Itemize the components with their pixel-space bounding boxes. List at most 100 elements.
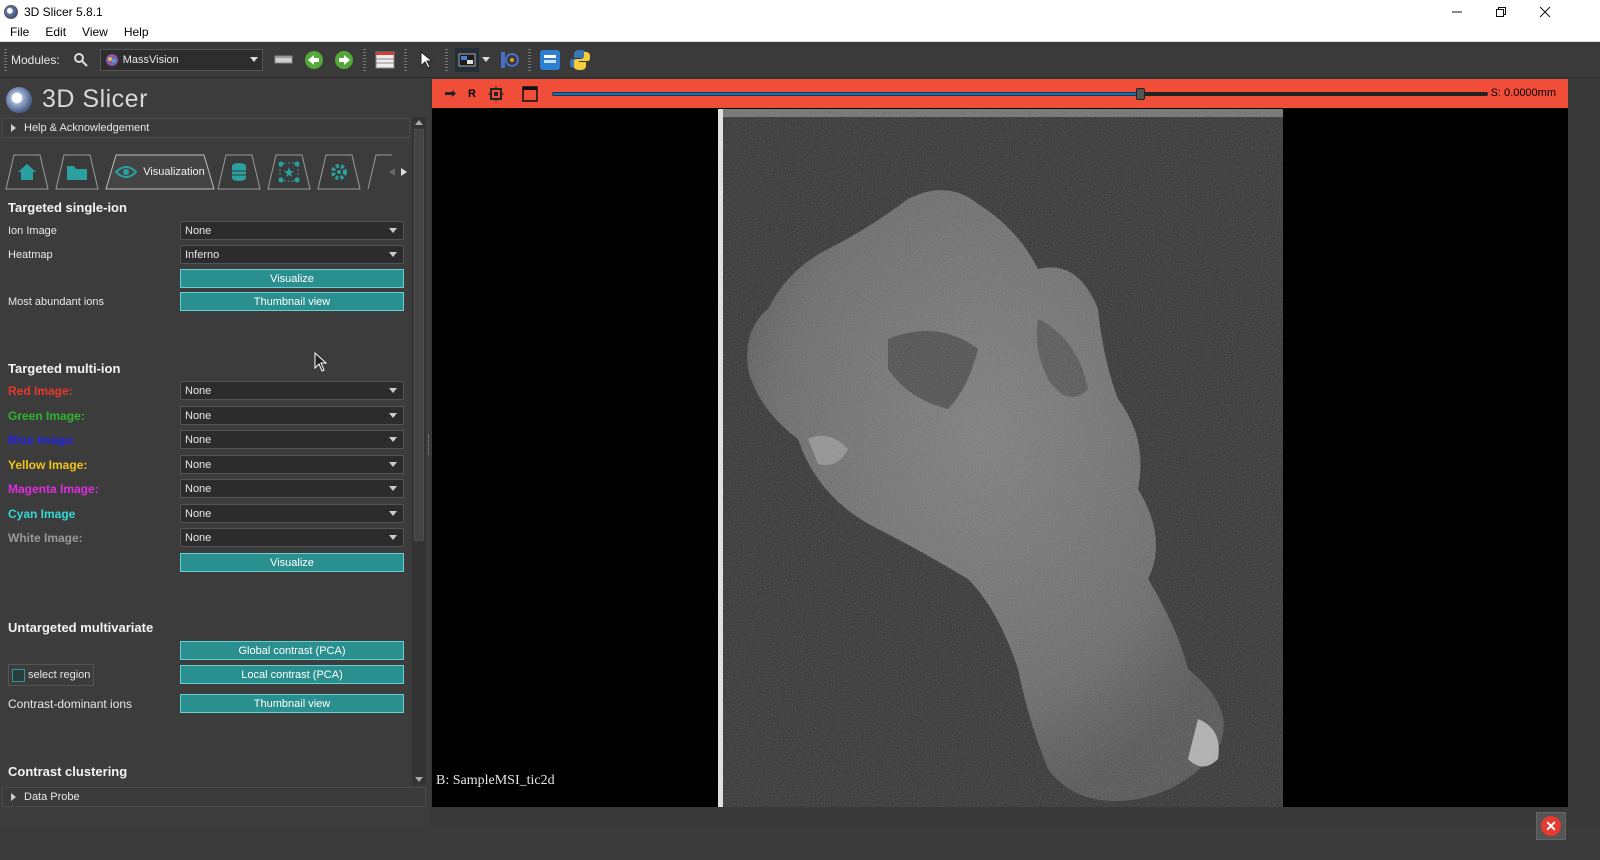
tab-scroll-right[interactable] — [398, 154, 410, 190]
cyan-image-select[interactable]: None — [180, 504, 404, 523]
menu-help[interactable]: Help — [116, 25, 157, 39]
local-contrast-pca-button[interactable]: Local contrast (PCA) — [180, 665, 404, 684]
tab-visualization[interactable]: Visualization — [104, 154, 216, 190]
mouse-cursor-icon — [314, 352, 328, 372]
toolbar-grip[interactable] — [527, 48, 531, 71]
tissue-image — [718, 109, 1283, 807]
toolbar-grip[interactable] — [403, 48, 407, 71]
eye-icon — [115, 166, 138, 178]
global-contrast-pca-button[interactable]: Global contrast (PCA) — [180, 641, 404, 660]
close-window-button[interactable] — [1522, 0, 1568, 23]
chevron-down-icon[interactable] — [481, 57, 490, 62]
cursor-arrow-icon — [420, 50, 433, 69]
python-console-button[interactable] — [568, 48, 592, 72]
checkbox-icon — [12, 668, 25, 682]
section-title-single-ion: Targeted single-ion — [8, 200, 127, 215]
modules-label: Modules: — [11, 52, 60, 67]
crosshair-icon — [458, 53, 476, 66]
slice-view[interactable]: R S: 0.0000mm B: SampleMSI_tic2d — [432, 79, 1568, 807]
green-image-value: None — [185, 409, 212, 422]
slider-handle[interactable] — [1136, 88, 1145, 100]
yellow-image-select[interactable]: None — [180, 455, 404, 474]
toolbar-grip[interactable] — [4, 48, 7, 71]
blue-image-label: Blue Image: — [8, 433, 77, 447]
slice-orientation-label: R — [468, 87, 476, 100]
error-log-button[interactable]: ✕ — [1536, 812, 1566, 840]
ion-image-select[interactable]: None — [180, 221, 404, 240]
single-ion-visualize-button[interactable]: Visualize — [180, 269, 404, 288]
white-image-value: None — [185, 531, 212, 544]
panel-scrollbar[interactable] — [412, 117, 426, 785]
forward-button[interactable] — [332, 48, 356, 72]
green-image-select[interactable]: None — [180, 406, 404, 425]
minimize-button[interactable] — [1434, 0, 1480, 23]
history-icon — [274, 55, 293, 63]
most-abundant-ions-label: Most abundant ions — [8, 296, 105, 308]
menu-edit[interactable]: Edit — [37, 25, 74, 39]
toolbar-grip[interactable] — [444, 48, 448, 71]
slice-offset-slider[interactable] — [552, 88, 1488, 100]
menu-view[interactable]: View — [74, 25, 116, 39]
blue-image-select[interactable]: None — [180, 430, 404, 449]
scroll-down-icon[interactable] — [415, 777, 423, 782]
toolbar-grip[interactable] — [362, 48, 366, 71]
heatmap-select[interactable]: Inferno — [180, 245, 404, 264]
restore-button[interactable] — [1478, 0, 1524, 23]
section-title-clustering: Contrast clustering — [8, 764, 128, 779]
white-image-select[interactable]: None — [180, 528, 404, 547]
data-probe-label: Data Probe — [24, 791, 80, 803]
abundant-thumbnail-view-button[interactable]: Thumbnail view — [180, 292, 404, 311]
chevron-down-icon — [389, 462, 397, 467]
home-icon — [18, 164, 36, 180]
extensions-manager-button[interactable] — [538, 48, 562, 72]
error-icon: ✕ — [1541, 816, 1561, 836]
extension-button[interactable] — [497, 48, 521, 72]
menu-file[interactable]: File — [0, 25, 37, 39]
tab-database[interactable] — [216, 154, 262, 190]
module-tab-bar: Visualization — [4, 154, 412, 190]
red-image-value: None — [185, 384, 212, 397]
link-slices-icon[interactable] — [487, 85, 504, 102]
magenta-image-select[interactable]: None — [180, 479, 404, 498]
heatmap-label: Heatmap — [8, 249, 53, 261]
restore-icon — [1496, 6, 1506, 17]
app-logo-icon — [4, 4, 18, 19]
maximize-view-icon[interactable] — [522, 85, 538, 102]
status-bar — [0, 827, 1600, 860]
arrow-right-icon — [334, 50, 353, 69]
scrollbar-thumb[interactable] — [414, 129, 424, 541]
multi-ion-visualize-button[interactable]: Visualize — [180, 553, 404, 572]
red-image-select[interactable]: None — [180, 381, 404, 400]
chevron-down-icon — [389, 535, 397, 540]
help-acknowledgement-section[interactable]: Help & Acknowledgement — [2, 118, 410, 138]
gear-icon — [331, 164, 347, 180]
panel-splitter-handle[interactable] — [428, 435, 430, 455]
select-region-checkbox[interactable]: select region — [8, 664, 94, 686]
layout-button[interactable] — [373, 48, 397, 72]
tab-data[interactable] — [54, 154, 100, 190]
section-title-multi-ion: Targeted multi-ion — [8, 361, 121, 376]
scroll-up-icon[interactable] — [415, 120, 423, 125]
back-button[interactable] — [302, 48, 326, 72]
tab-scroll-left[interactable] — [386, 154, 398, 190]
module-panel: 3D Slicer Help & Acknowledgement Visuali… — [0, 79, 430, 827]
window-title: 3D Slicer 5.8.1 — [24, 4, 103, 19]
tab-network[interactable] — [266, 154, 312, 190]
module-history-button[interactable] — [272, 48, 296, 72]
crosshair-button[interactable] — [454, 47, 479, 72]
mouse-mode-button[interactable] — [414, 48, 438, 72]
tab-home[interactable] — [4, 154, 50, 190]
msi-image — [718, 109, 1283, 807]
module-selector[interactable]: MassVision — [99, 48, 263, 71]
data-probe-section[interactable]: Data Probe — [2, 787, 426, 807]
arrow-left-icon — [304, 50, 323, 69]
chevron-down-icon — [389, 252, 397, 257]
module-search-button[interactable] — [69, 48, 93, 72]
cyan-image-value: None — [185, 507, 212, 520]
dominant-thumbnail-view-button[interactable]: Thumbnail view — [180, 694, 404, 713]
pin-icon[interactable] — [444, 88, 458, 100]
yellow-image-label: Yellow Image: — [8, 458, 88, 472]
chevron-down-icon — [389, 388, 397, 393]
tab-settings[interactable] — [316, 154, 362, 190]
menu-bar: File Edit View Help — [0, 23, 1600, 42]
